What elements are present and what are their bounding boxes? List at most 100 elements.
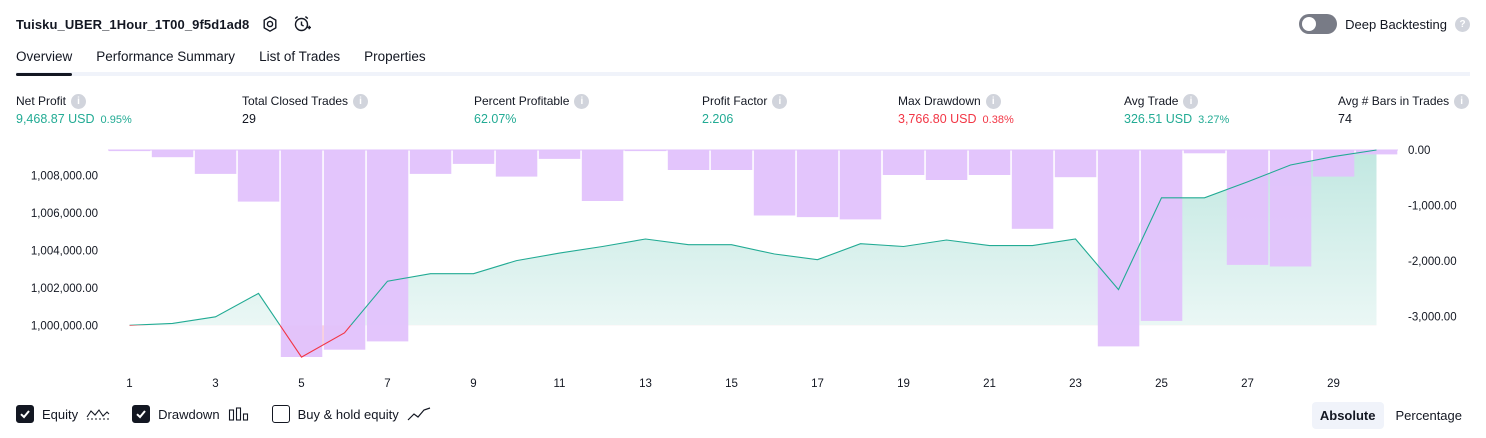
drawdown-bar [151, 150, 194, 158]
metric-label: Percent Profitable [474, 94, 570, 108]
help-icon[interactable]: ? [1455, 16, 1470, 32]
left-axis-label: 1,004,000.00 [31, 245, 98, 257]
x-axis-label: 19 [897, 378, 910, 390]
left-axis-label: 1,006,000.00 [31, 208, 98, 220]
metric-label: Avg Trade [1124, 94, 1179, 108]
x-axis-label: 23 [1069, 378, 1082, 390]
deep-backtesting-toggle[interactable] [1299, 14, 1338, 34]
info-icon[interactable]: i [353, 93, 369, 109]
toggle-knob [1302, 17, 1317, 31]
buy-hold-line-icon [407, 406, 431, 422]
drawdown-bar [495, 150, 538, 177]
metric-avg-trade: Avg Trade i 326.51 USD 3.27% [1124, 92, 1229, 126]
legend-equity[interactable]: Equity [16, 405, 110, 423]
drawdown-bar [1054, 150, 1097, 178]
drawdown-bar [968, 150, 1011, 175]
left-axis-label: 1,002,000.00 [31, 283, 98, 295]
x-axis-label: 9 [470, 378, 476, 390]
drawdown-bar [280, 150, 323, 357]
info-icon[interactable]: i [1454, 93, 1470, 109]
x-axis-label: 3 [212, 378, 218, 390]
drawdown-bar [237, 150, 280, 202]
drawdown-bar [581, 150, 624, 201]
info-icon[interactable]: i [1183, 93, 1199, 109]
equity-drawdown-chart[interactable]: 1,000,000.00 1,002,000.00 1,004,000.00 1,00… [0, 140, 1486, 396]
x-axis-label: 27 [1241, 378, 1254, 390]
metric-value: 9,468.87 USD [16, 112, 95, 126]
absolute-button[interactable]: Absolute [1311, 401, 1384, 429]
metric-net-profit: Net Profit i 9,468.87 USD 0.95% [16, 92, 132, 126]
drawdown-bar [1183, 150, 1226, 154]
tab-performance-summary[interactable]: Performance Summary [96, 44, 235, 72]
metric-value: 62.07% [474, 112, 517, 126]
x-axis-label: 25 [1155, 378, 1168, 390]
x-axis-label: 5 [298, 378, 304, 390]
metric-percent-profitable: Percent Profitable i 62.07% [474, 92, 590, 126]
metric-value: 326.51 USD [1124, 112, 1193, 126]
metric-percent: 0.38% [982, 114, 1014, 126]
info-icon[interactable]: i [772, 93, 788, 109]
drawdown-checkbox[interactable] [132, 405, 151, 423]
drawdown-bar [624, 150, 667, 152]
buy-hold-checkbox[interactable] [271, 405, 290, 423]
x-axis-label: 29 [1327, 378, 1340, 390]
strategy-header: Tuisku_UBER_1Hour_1T00_9f5d1ad8 [16, 12, 313, 36]
drawdown-bar [753, 150, 796, 216]
drawdown-bar [409, 150, 452, 174]
legend-label: Buy & hold equity [297, 406, 399, 422]
tab-overview[interactable]: Overview [16, 44, 73, 76]
drawdown-bar [1011, 150, 1054, 229]
drawdown-bar [538, 150, 581, 159]
x-axis-label: 15 [725, 378, 738, 390]
drawdown-bars-icon [228, 406, 250, 422]
tab-bar: Overview Performance Summary List of Tra… [16, 44, 1470, 76]
drawdown-bar [1269, 150, 1312, 267]
metric-label: Max Drawdown [898, 94, 981, 108]
drawdown-bar [710, 150, 753, 170]
info-icon[interactable]: i [985, 93, 1001, 109]
drawdown-bar [1097, 150, 1140, 347]
left-axis-label: 1,008,000.00 [31, 170, 98, 182]
metrics-row: Net Profit i 9,468.87 USD 0.95% Total Clos… [0, 92, 1486, 132]
metric-profit-factor: Profit Factor i 2.206 [702, 92, 788, 126]
drawdown-bar [1226, 150, 1269, 265]
drawdown-bar [1140, 150, 1183, 321]
x-axis-label: 11 [554, 378, 566, 390]
metric-avg-bars: Avg # Bars in Trades i 74 [1338, 92, 1470, 126]
metric-value: 2.206 [702, 112, 734, 126]
drawdown-bar [108, 150, 151, 152]
x-axis-label: 17 [811, 378, 824, 390]
metric-value: 29 [242, 112, 256, 126]
settings-icon[interactable] [259, 13, 281, 35]
left-axis-label: 1,000,000.00 [31, 320, 98, 332]
percentage-button[interactable]: Percentage [1388, 402, 1471, 429]
tab-list-of-trades[interactable]: List of Trades [259, 44, 340, 72]
metric-total-closed-trades: Total Closed Trades i 29 [242, 92, 369, 126]
equity-checkbox[interactable] [16, 405, 34, 423]
drawdown-bar [882, 150, 925, 175]
legend-label: Drawdown [158, 406, 220, 422]
deep-backtesting: Deep Backtesting ? [1299, 12, 1470, 36]
drawdown-bar [839, 150, 882, 220]
metric-label: Avg # Bars in Trades [1338, 94, 1450, 108]
drawdown-bar [667, 150, 710, 170]
metric-label: Net Profit [16, 94, 67, 108]
deep-backtesting-label: Deep Backtesting [1345, 16, 1447, 32]
info-icon[interactable]: i [71, 93, 87, 109]
x-axis-label: 7 [384, 378, 390, 390]
metric-label: Total Closed Trades [242, 94, 349, 108]
drawdown-bar [366, 150, 409, 342]
drawdown-bar [925, 150, 968, 180]
legend-drawdown[interactable]: Drawdown [132, 405, 249, 423]
tab-properties[interactable]: Properties [364, 44, 426, 72]
equity-line-icon [86, 406, 110, 422]
legend-buy-hold[interactable]: Buy & hold equity [271, 405, 431, 423]
drawdown-bar [796, 150, 839, 218]
metric-percent: 0.95% [100, 114, 132, 126]
info-icon[interactable]: i [574, 93, 590, 109]
add-alert-icon[interactable] [291, 13, 313, 35]
right-axis-label: -3,000.00 [1408, 312, 1457, 324]
drawdown-bar [323, 150, 366, 350]
metric-value: 74 [1338, 112, 1352, 126]
metric-percent: 3.27% [1198, 114, 1230, 126]
